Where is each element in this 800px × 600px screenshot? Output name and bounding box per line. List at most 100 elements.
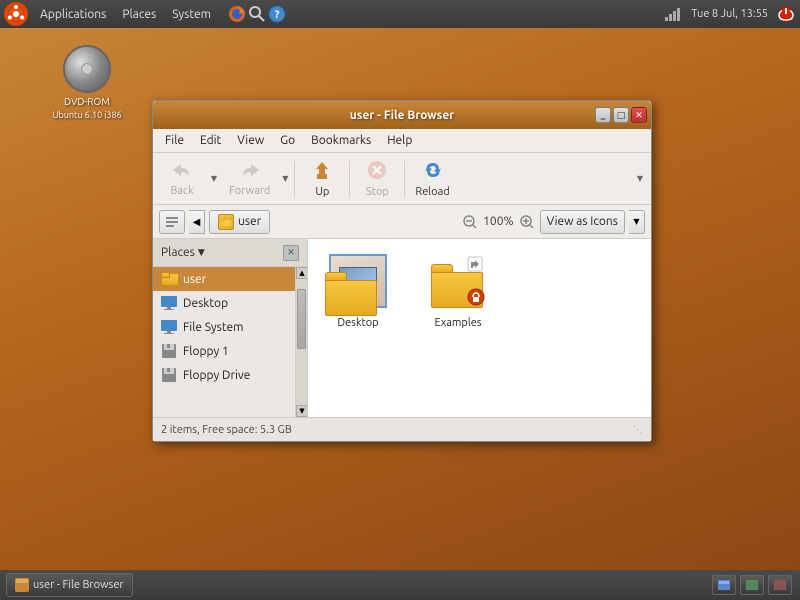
forward-button[interactable]: Forward <box>221 156 278 201</box>
sidebar-header-label: Places ▼ <box>161 246 205 259</box>
desktop-folder-icon-wrapper <box>326 249 390 313</box>
forward-dropdown-arrow[interactable]: ▼ <box>278 161 292 197</box>
scrollbar-down-arrow[interactable]: ▼ <box>296 405 308 417</box>
examples-folder-icon <box>431 254 485 308</box>
taskbar-btn-3[interactable] <box>768 575 792 595</box>
system-menu[interactable]: System <box>164 0 219 28</box>
examples-folder-label: Examples <box>434 317 481 329</box>
reload-button[interactable]: Reload <box>407 155 457 202</box>
scrollbar-track[interactable] <box>296 279 307 405</box>
menu-help[interactable]: Help <box>379 132 420 149</box>
taskbar-icon-1 <box>718 580 730 590</box>
desktop-icon-small <box>161 295 177 311</box>
lock-badge-icon <box>467 288 485 306</box>
back-icon <box>171 160 193 183</box>
close-button[interactable]: ✕ <box>631 107 647 123</box>
filesystem-icon <box>161 319 177 335</box>
ubuntu-logo <box>4 2 28 26</box>
minimize-button[interactable]: _ <box>595 107 611 123</box>
scrollbar-up-arrow[interactable]: ▲ <box>296 267 308 279</box>
places-menu[interactable]: Places <box>114 0 164 28</box>
firefox-icon[interactable] <box>227 4 247 24</box>
toolbar-dropdown-arrow[interactable]: ▼ <box>633 161 647 197</box>
location-edit-button[interactable] <box>159 210 185 234</box>
stop-label: Stop <box>366 186 389 198</box>
path-label: user <box>238 215 261 228</box>
menu-go[interactable]: Go <box>272 132 303 149</box>
dvd-label-line1: DVD-ROM <box>64 95 110 108</box>
sidebar: Places ▼ ✕ user <box>153 239 308 417</box>
window-menubar: File Edit View Go Bookmarks Help <box>153 129 651 153</box>
zoom-out-button[interactable] <box>461 213 479 231</box>
places-label: Places <box>161 246 195 259</box>
sidebar-item-floppy1[interactable]: Floppy 1 <box>153 339 295 363</box>
sidebar-floppydrive-label: Floppy Drive <box>183 369 250 382</box>
search-icon[interactable] <box>247 4 267 24</box>
zoom-in-button[interactable] <box>518 213 536 231</box>
up-button[interactable]: Up <box>297 155 347 202</box>
menu-view[interactable]: View <box>229 132 272 149</box>
dvdrom-desktop-icon[interactable]: DVD-ROM Ubuntu 6.10 i386 <box>52 45 122 120</box>
sidebar-item-desktop[interactable]: Desktop <box>153 291 295 315</box>
status-text: 2 items, Free space: 5.3 GB <box>161 424 292 436</box>
taskbar-btn-1[interactable] <box>712 575 736 595</box>
top-panel-right: Tue 8 Jul, 13:55 <box>663 4 800 24</box>
desktop-folder-label: Desktop <box>337 317 378 329</box>
window-toolbar: Back ▼ Forward ▼ Up <box>153 153 651 205</box>
dvd-label-line2: Ubuntu 6.10 i386 <box>52 110 121 120</box>
view-mode-label: View as Icons <box>547 215 618 228</box>
bottom-panel: user - File Browser <box>0 570 800 600</box>
view-mode-dropdown-arrow[interactable]: ▼ <box>629 210 645 234</box>
window-controls: _ □ ✕ <box>595 107 647 123</box>
taskbar-btn-2[interactable] <box>740 575 764 595</box>
help-icon[interactable]: ? <box>267 4 287 24</box>
dvd-icon <box>63 45 111 93</box>
svg-text:?: ? <box>275 9 280 21</box>
file-browser-window: user - File Browser _ □ ✕ File Edit View… <box>152 100 652 442</box>
sidebar-item-filesystem[interactable]: File System <box>153 315 295 339</box>
stop-icon <box>366 159 388 184</box>
toolbar-separator-3 <box>404 161 405 197</box>
menu-bookmarks[interactable]: Bookmarks <box>303 132 379 149</box>
taskbar-window-label: user - File Browser <box>33 579 124 591</box>
desktop-folder-base <box>325 272 377 316</box>
network-icon <box>663 4 683 24</box>
zoom-controls: 100% View as Icons ▼ <box>461 210 645 234</box>
dvd-center <box>81 63 93 75</box>
zoom-level: 100% <box>483 215 513 228</box>
taskbar-icon-2 <box>746 580 758 590</box>
forward-label: Forward <box>229 185 270 197</box>
scrollbar-thumb[interactable] <box>297 289 306 349</box>
window-statusbar: 2 items, Free space: 5.3 GB ⋱ <box>153 417 651 441</box>
sidebar-user-label: user <box>183 273 206 286</box>
sidebar-desktop-label: Desktop <box>183 297 228 310</box>
desktop: Applications Places System <box>0 0 800 600</box>
sidebar-list: user Desktop File System <box>153 267 295 417</box>
examples-folder-item[interactable]: Examples <box>418 249 498 329</box>
stop-button[interactable]: Stop <box>352 155 402 202</box>
user-folder-icon <box>161 271 177 287</box>
applications-menu[interactable]: Applications <box>32 0 114 28</box>
up-label: Up <box>315 186 329 198</box>
path-folder-icon <box>218 214 234 230</box>
reload-label: Reload <box>415 186 449 198</box>
menu-file[interactable]: File <box>157 132 192 149</box>
location-back-button[interactable]: ◀ <box>189 210 205 234</box>
view-mode-dropdown[interactable]: View as Icons <box>540 210 625 234</box>
back-button[interactable]: Back <box>157 156 207 201</box>
back-dropdown-arrow[interactable]: ▼ <box>207 161 221 197</box>
power-icon[interactable] <box>776 4 796 24</box>
resize-handle[interactable]: ⋱ <box>633 424 643 436</box>
window-titlebar: user - File Browser _ □ ✕ <box>153 101 651 129</box>
floppy1-icon <box>161 343 177 359</box>
taskbar-window-icon <box>15 578 29 592</box>
taskbar-window-item[interactable]: user - File Browser <box>6 573 133 597</box>
maximize-button[interactable]: □ <box>613 107 629 123</box>
sidebar-close-button[interactable]: ✕ <box>283 245 299 261</box>
menu-edit[interactable]: Edit <box>192 132 229 149</box>
desktop-folder-item[interactable]: Desktop <box>318 249 398 329</box>
location-path[interactable]: user <box>209 210 270 234</box>
up-icon <box>311 159 333 184</box>
sidebar-item-floppydrive[interactable]: Floppy Drive <box>153 363 295 387</box>
sidebar-item-user[interactable]: user <box>153 267 295 291</box>
